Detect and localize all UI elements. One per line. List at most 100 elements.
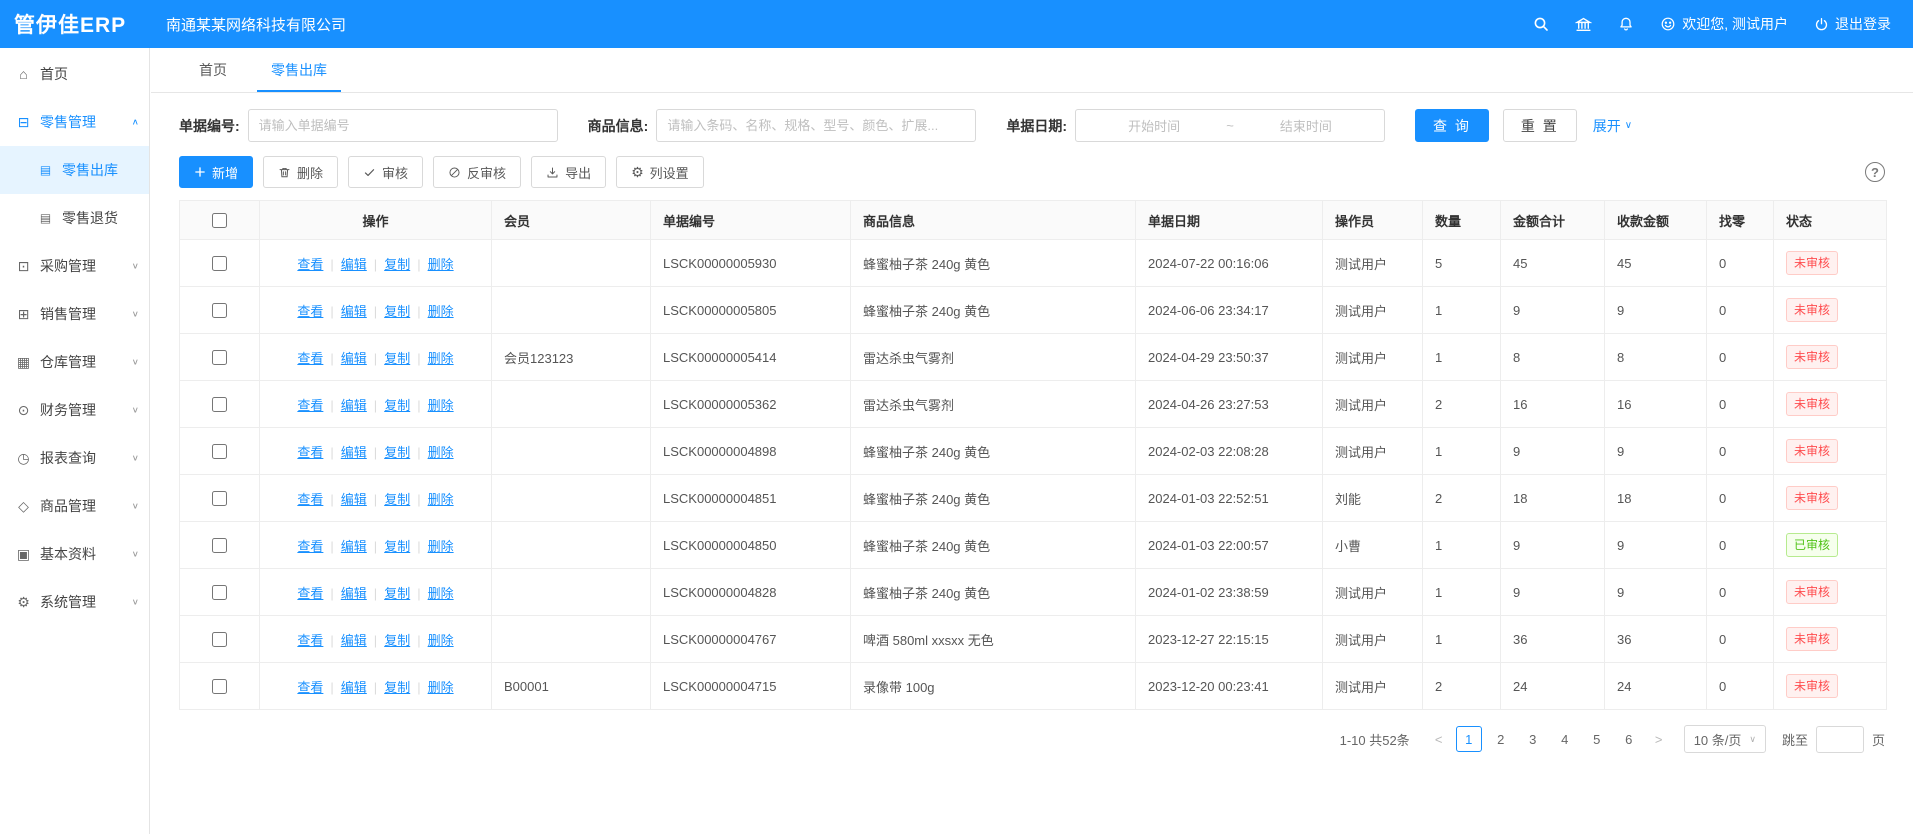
view-link[interactable]: 查看 — [297, 351, 323, 366]
edit-link[interactable]: 编辑 — [323, 492, 366, 507]
prev-page-button[interactable]: < — [1428, 726, 1450, 752]
logout-button[interactable]: 退出登录 — [1814, 14, 1891, 34]
sidebar-item-goods[interactable]: ◇ 商品管理 ∨ — [0, 482, 149, 530]
jump-input[interactable] — [1816, 726, 1864, 753]
page-size-select[interactable]: 10 条/页 ∨ — [1684, 725, 1766, 753]
page-number[interactable]: 2 — [1488, 726, 1514, 752]
delete-link[interactable]: 删除 — [410, 492, 453, 507]
row-checkbox[interactable] — [212, 632, 227, 647]
check-icon — [363, 166, 376, 179]
sidebar-item-home[interactable]: ⌂ 首页 — [0, 50, 149, 98]
copy-link[interactable]: 复制 — [367, 351, 410, 366]
export-button[interactable]: 导出 — [531, 156, 606, 188]
edit-link[interactable]: 编辑 — [323, 680, 366, 695]
page-number[interactable]: 6 — [1616, 726, 1642, 752]
audit-button[interactable]: 审核 — [348, 156, 423, 188]
delete-link[interactable]: 删除 — [410, 680, 453, 695]
edit-link[interactable]: 编辑 — [323, 398, 366, 413]
edit-link[interactable]: 编辑 — [323, 257, 366, 272]
tab-retail-outbound[interactable]: 零售出库 — [249, 48, 349, 92]
page-number[interactable]: 5 — [1584, 726, 1610, 752]
help-icon[interactable]: ? — [1865, 162, 1885, 182]
copy-link[interactable]: 复制 — [367, 257, 410, 272]
page-number[interactable]: 1 — [1456, 726, 1482, 752]
sidebar-item-finance[interactable]: ⊙ 财务管理 ∨ — [0, 386, 149, 434]
date-range-picker[interactable]: 开始时间 ~ 结束时间 — [1075, 109, 1385, 142]
delete-button[interactable]: 删除 — [263, 156, 338, 188]
column-settings-button[interactable]: ⚙ 列设置 — [616, 156, 704, 188]
row-checkbox[interactable] — [212, 256, 227, 271]
welcome-menu[interactable]: 欢迎您, 测试用户 — [1660, 14, 1788, 34]
search-button[interactable]: 查 询 — [1415, 109, 1489, 142]
sidebar-item-purchase[interactable]: ⊡ 采购管理 ∨ — [0, 242, 149, 290]
view-link[interactable]: 查看 — [297, 586, 323, 601]
add-button[interactable]: 新增 — [179, 156, 253, 188]
unaudit-button[interactable]: 反审核 — [433, 156, 521, 188]
row-checkbox[interactable] — [212, 491, 227, 506]
sidebar-item-basic-data[interactable]: ▣ 基本资料 ∨ — [0, 530, 149, 578]
delete-link[interactable]: 删除 — [410, 633, 453, 648]
row-checkbox[interactable] — [212, 303, 227, 318]
copy-link[interactable]: 复制 — [367, 680, 410, 695]
view-link[interactable]: 查看 — [297, 257, 323, 272]
view-link[interactable]: 查看 — [297, 492, 323, 507]
delete-link[interactable]: 删除 — [410, 257, 453, 272]
view-link[interactable]: 查看 — [297, 633, 323, 648]
delete-link[interactable]: 删除 — [410, 539, 453, 554]
bank-icon[interactable] — [1575, 16, 1592, 33]
copy-link[interactable]: 复制 — [367, 539, 410, 554]
sidebar-item-system[interactable]: ⚙ 系统管理 ∨ — [0, 578, 149, 626]
product-input[interactable] — [656, 109, 976, 142]
bell-icon[interactable] — [1618, 16, 1634, 32]
copy-link[interactable]: 复制 — [367, 304, 410, 319]
search-icon[interactable] — [1533, 16, 1549, 32]
row-checkbox[interactable] — [212, 679, 227, 694]
copy-link[interactable]: 复制 — [367, 492, 410, 507]
copy-link[interactable]: 复制 — [367, 586, 410, 601]
member-cell — [492, 522, 651, 569]
copy-link[interactable]: 复制 — [367, 445, 410, 460]
row-checkbox[interactable] — [212, 538, 227, 553]
delete-link[interactable]: 删除 — [410, 398, 453, 413]
edit-link[interactable]: 编辑 — [323, 633, 366, 648]
reset-button[interactable]: 重 置 — [1503, 109, 1577, 142]
date-cell: 2024-01-03 22:00:57 — [1136, 522, 1323, 569]
row-checkbox[interactable] — [212, 350, 227, 365]
row-checkbox[interactable] — [212, 585, 227, 600]
chevron-down-icon: ∨ — [132, 309, 139, 318]
tab-bar: 首页 零售出库 — [151, 48, 1913, 93]
sidebar-item-sales[interactable]: ⊞ 销售管理 ∨ — [0, 290, 149, 338]
bill-no-cell: LSCK00000004850 — [651, 522, 851, 569]
edit-link[interactable]: 编辑 — [323, 351, 366, 366]
page-number[interactable]: 3 — [1520, 726, 1546, 752]
copy-link[interactable]: 复制 — [367, 633, 410, 648]
view-link[interactable]: 查看 — [297, 398, 323, 413]
sidebar-item-report[interactable]: ◷ 报表查询 ∨ — [0, 434, 149, 482]
bill-no-input[interactable] — [248, 109, 558, 142]
page-number[interactable]: 4 — [1552, 726, 1578, 752]
sidebar-item-retail-return[interactable]: ▤ 零售退货 — [0, 194, 149, 242]
next-page-button[interactable]: > — [1648, 726, 1670, 752]
view-link[interactable]: 查看 — [297, 680, 323, 695]
sidebar-item-retail[interactable]: ⊟ 零售管理 ∧ — [0, 98, 149, 146]
delete-link[interactable]: 删除 — [410, 304, 453, 319]
edit-link[interactable]: 编辑 — [323, 304, 366, 319]
copy-link[interactable]: 复制 — [367, 398, 410, 413]
edit-link[interactable]: 编辑 — [323, 586, 366, 601]
date-end-placeholder: 结束时间 — [1240, 116, 1372, 135]
delete-link[interactable]: 删除 — [410, 351, 453, 366]
expand-link[interactable]: 展开 ∨ — [1593, 116, 1632, 136]
tab-home[interactable]: 首页 — [177, 48, 249, 92]
row-checkbox[interactable] — [212, 397, 227, 412]
view-link[interactable]: 查看 — [297, 304, 323, 319]
delete-link[interactable]: 删除 — [410, 445, 453, 460]
view-link[interactable]: 查看 — [297, 445, 323, 460]
delete-link[interactable]: 删除 — [410, 586, 453, 601]
edit-link[interactable]: 编辑 — [323, 539, 366, 554]
sidebar-item-retail-outbound[interactable]: ▤ 零售出库 — [0, 146, 149, 194]
edit-link[interactable]: 编辑 — [323, 445, 366, 460]
view-link[interactable]: 查看 — [297, 539, 323, 554]
select-all-checkbox[interactable] — [212, 213, 227, 228]
sidebar-item-warehouse[interactable]: ▦ 仓库管理 ∨ — [0, 338, 149, 386]
row-checkbox[interactable] — [212, 444, 227, 459]
